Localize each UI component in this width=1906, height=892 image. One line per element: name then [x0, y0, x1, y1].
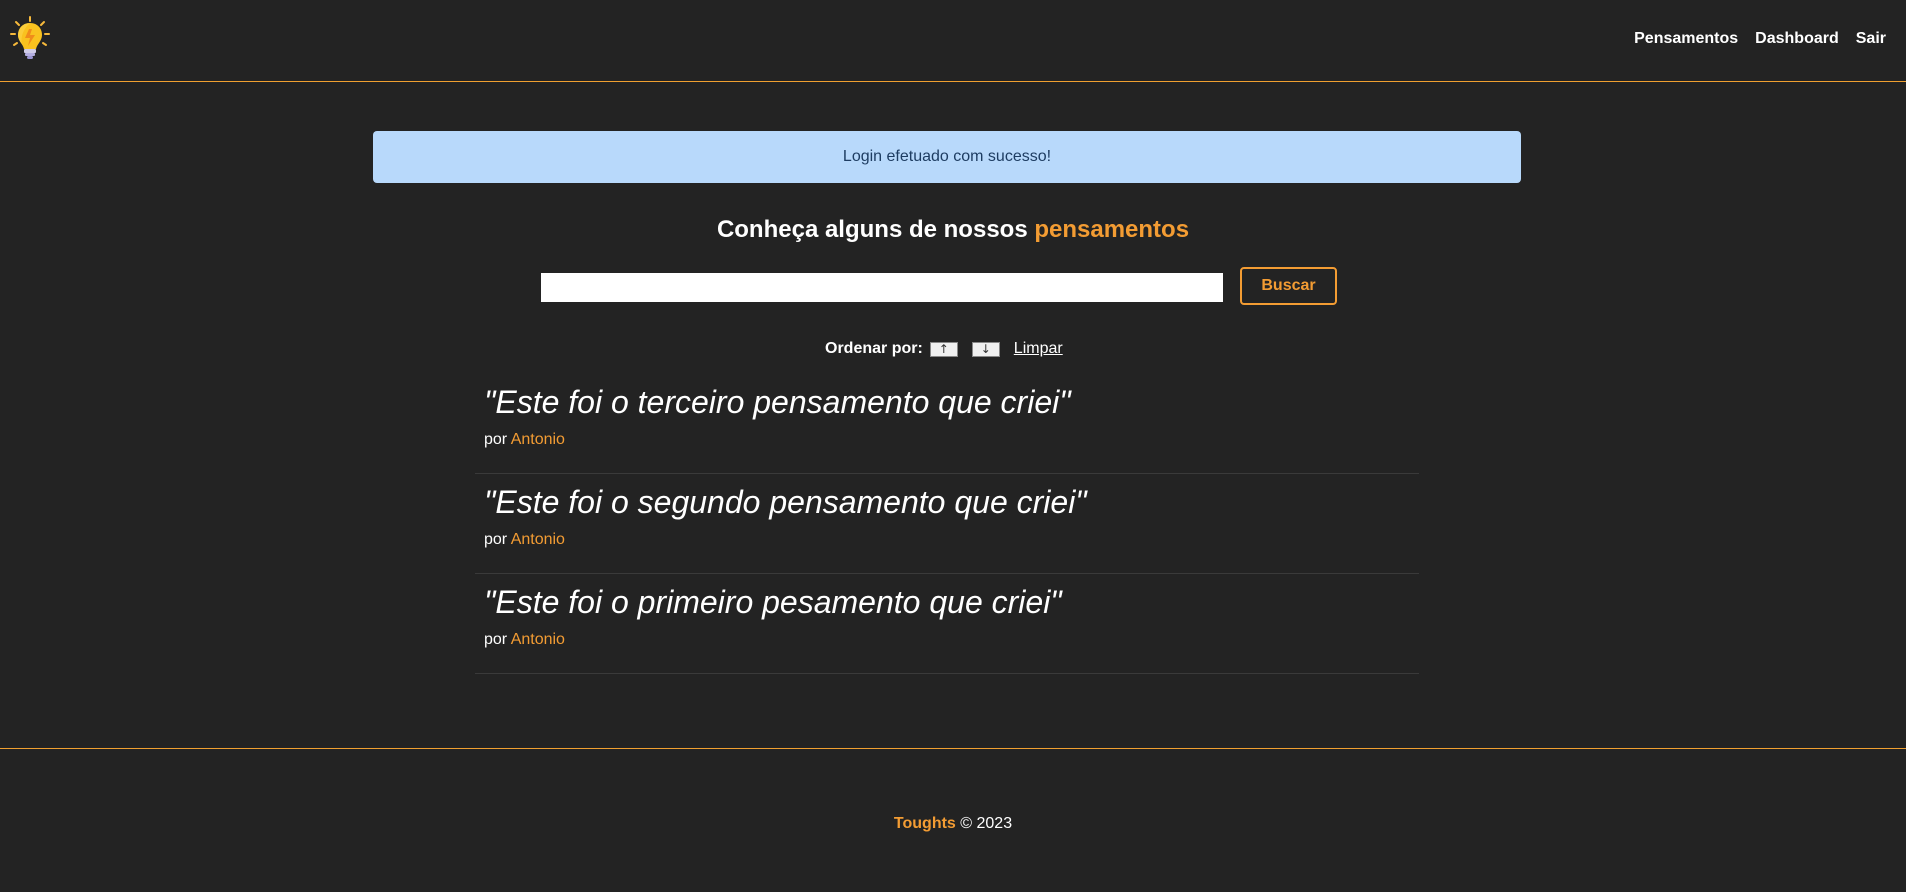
thought-item: "Este foi o primeiro pesamento que criei…: [475, 574, 1419, 674]
footer: Toughts © 2023: [0, 748, 1906, 892]
footer-text: Toughts © 2023: [0, 815, 1906, 833]
thought-author: Antonio: [510, 431, 565, 448]
page-title: Conheça alguns de nossos pensamentos: [0, 216, 1906, 244]
main-nav: Pensamentos Dashboard Sair: [1634, 30, 1886, 48]
search-input[interactable]: [541, 273, 1223, 302]
clear-sort-link[interactable]: Limpar: [1014, 340, 1063, 358]
footer-brand: Toughts: [893, 815, 956, 832]
sort-descending-button[interactable]: ↓: [971, 341, 1000, 357]
thought-author: Antonio: [510, 531, 565, 548]
nav-link-sair[interactable]: Sair: [1856, 30, 1886, 48]
thought-item: "Este foi o terceiro pensamento que crie…: [475, 374, 1419, 474]
thought-text: "Este foi o segundo pensamento que criei…: [484, 484, 1087, 520]
flash-message: Login efetuado com sucesso!: [373, 131, 1521, 183]
thought-text: "Este foi o primeiro pesamento que criei…: [484, 584, 1062, 620]
footer-copyright: © 2023: [960, 815, 1013, 832]
thought-text: "Este foi o terceiro pensamento que crie…: [484, 384, 1071, 420]
order-label: Ordenar por:: [825, 340, 923, 357]
page-title-highlight: pensamentos: [1034, 216, 1190, 243]
thought-author-line: por Antonio: [484, 631, 565, 649]
thought-author-line: por Antonio: [484, 431, 565, 449]
thought-by-label: por: [484, 431, 508, 448]
nav-link-pensamentos[interactable]: Pensamentos: [1634, 30, 1738, 48]
lightbulb-icon[interactable]: [8, 15, 52, 61]
nav-link-dashboard[interactable]: Dashboard: [1755, 30, 1839, 48]
navbar: Pensamentos Dashboard Sair: [0, 0, 1906, 82]
thought-by-label: por: [484, 531, 508, 548]
sort-ascending-button[interactable]: ↑: [929, 341, 958, 357]
thought-by-label: por: [484, 631, 508, 648]
order-controls: Ordenar por: ↑ ↓ Limpar: [825, 340, 1063, 358]
search-button[interactable]: Buscar: [1240, 267, 1337, 305]
thought-author: Antonio: [510, 631, 565, 648]
thoughts-list: "Este foi o terceiro pensamento que crie…: [475, 374, 1419, 674]
thought-author-line: por Antonio: [484, 531, 565, 549]
thought-item: "Este foi o segundo pensamento que criei…: [475, 474, 1419, 574]
page-title-prefix: Conheça alguns de nossos: [716, 216, 1028, 243]
